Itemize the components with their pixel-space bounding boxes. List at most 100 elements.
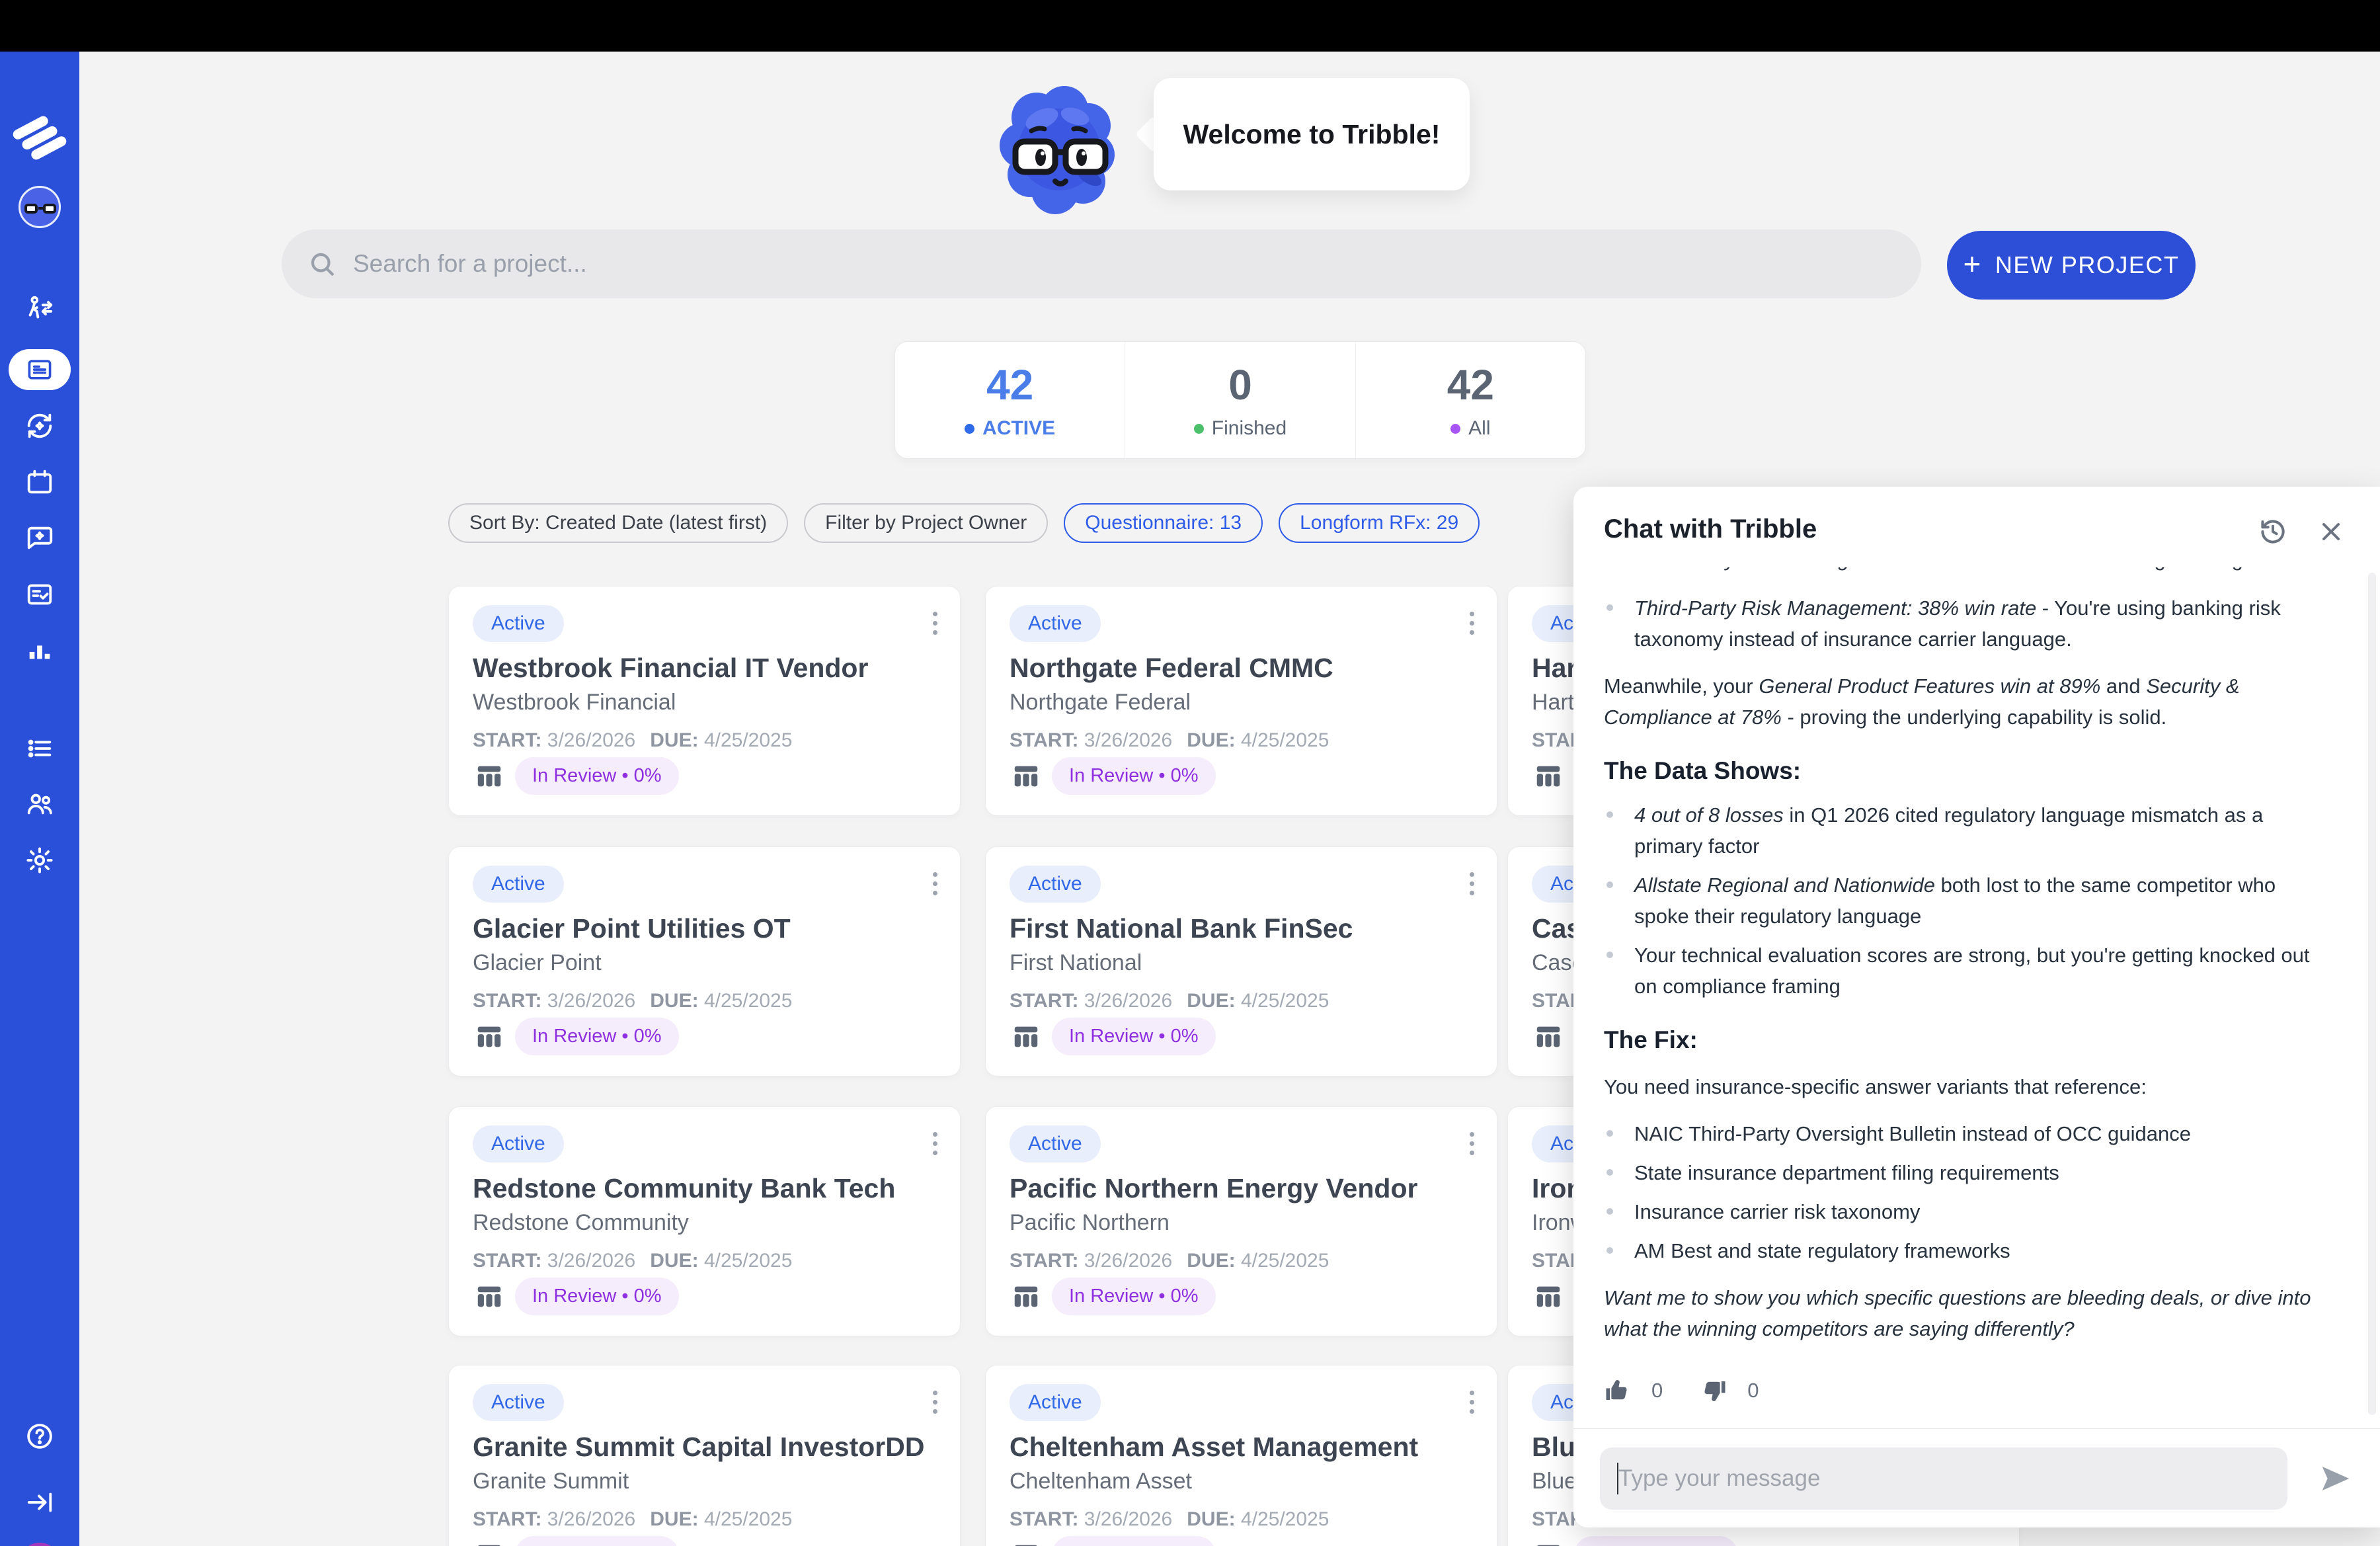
settings-gear-icon[interactable]	[0, 840, 79, 880]
card-subtitle: Cheltenham Asset	[1010, 1469, 1192, 1494]
project-card[interactable]: ActiveWestbrook Financial IT VendorWestb…	[448, 586, 961, 816]
thumbs-down-icon[interactable]	[1700, 1377, 1727, 1404]
thumbs-up-icon[interactable]	[1604, 1377, 1632, 1404]
help-circle-icon[interactable]	[0, 1416, 79, 1456]
sync-sparkle-icon[interactable]	[0, 406, 79, 446]
handoff-person-icon[interactable]	[0, 290, 79, 329]
chat-section-heading: The Fix:	[1604, 1024, 2334, 1055]
card-dates: START: 3/26/2026DUE: 4/25/2025	[1010, 1250, 1329, 1272]
stat-label-text: All	[1468, 417, 1490, 440]
history-icon[interactable]	[2258, 517, 2287, 546]
card-title: Glacier Point Utilities OT	[473, 913, 791, 944]
project-card[interactable]: ActiveGranite Summit Capital InvestorDDG…	[448, 1365, 961, 1546]
card-title: Westbrook Financial IT Vendor	[473, 653, 868, 684]
project-card[interactable]: ActiveRedstone Community Bank TechRedsto…	[448, 1106, 961, 1336]
kebab-dot	[1470, 872, 1474, 877]
card-subtitle: Glacier Point	[473, 950, 602, 976]
due-label: DUE:	[650, 990, 698, 1012]
stat-label-text: ACTIVE	[982, 417, 1055, 440]
card-menu-button[interactable]	[1470, 872, 1474, 895]
bullet-dot	[1606, 952, 1613, 958]
chat-bullet-item: Insurance carrier risk taxonomy	[1604, 1196, 2334, 1227]
card-menu-button[interactable]	[1470, 612, 1474, 635]
stat-label-text: Finished	[1212, 417, 1287, 440]
due-date: 4/25/2025	[704, 729, 792, 751]
chat-bullet-item: AM Best and state regulatory frameworks	[1604, 1235, 2334, 1266]
start-label: START:	[473, 729, 541, 751]
team-users-icon[interactable]	[0, 784, 79, 824]
table-columns-icon	[1010, 761, 1043, 792]
kebab-dot	[1470, 1151, 1474, 1155]
card-menu-button[interactable]	[1470, 1132, 1474, 1155]
project-card[interactable]: ActiveGlacier Point Utilities OTGlacier …	[448, 846, 961, 1077]
task-list-icon[interactable]	[0, 575, 79, 614]
chat-message-input[interactable]	[1618, 1465, 2240, 1492]
kebab-dot	[933, 891, 937, 895]
mascot-avatar-icon[interactable]	[0, 187, 79, 227]
user-initials: TK	[18, 1543, 61, 1546]
sidebar-item-projects-active[interactable]	[9, 349, 71, 390]
card-footer: In Review • 0%	[473, 1536, 679, 1546]
bar-chart-icon[interactable]	[0, 631, 79, 671]
card-dates: START: 3/26/2026DUE: 4/25/2025	[1010, 729, 1329, 752]
kebab-dot	[933, 1132, 937, 1137]
stat-value: 42	[986, 360, 1033, 409]
table-columns-icon	[1010, 1022, 1043, 1052]
chat-bullet-item: Your technical evaluation scores are str…	[1604, 940, 2334, 1002]
chat-sparkle-icon[interactable]	[0, 518, 79, 558]
due-label: DUE:	[1187, 1508, 1235, 1530]
table-columns-icon	[1010, 1282, 1043, 1312]
stat-active[interactable]: 42 ACTIVE	[895, 342, 1125, 458]
kebab-dot	[1470, 1400, 1474, 1404]
card-menu-button[interactable]	[933, 1132, 937, 1155]
progress-status-pill: In Review • 0%	[1052, 1536, 1216, 1546]
card-menu-button[interactable]	[933, 1391, 937, 1414]
due-date: 4/25/2025	[1241, 1250, 1329, 1272]
card-dates: START: 3/26/2026DUE: 4/25/2025	[1010, 1508, 1329, 1531]
project-card[interactable]: ActiveCheltenham Asset ManagementChelten…	[985, 1365, 1497, 1546]
card-menu-button[interactable]	[933, 612, 937, 635]
stat-dot	[965, 424, 974, 434]
top-bar	[0, 0, 2380, 52]
start-label: START:	[1010, 729, 1078, 751]
kebab-dot	[1470, 881, 1474, 886]
rows-list-icon[interactable]	[0, 729, 79, 768]
chat-bullet-list: 4 out of 8 losses in Q1 2026 cited regul…	[1604, 799, 2334, 1002]
kebab-dot	[933, 872, 937, 877]
table-columns-icon	[1010, 1540, 1043, 1546]
stat-all[interactable]: 42All	[1355, 342, 1585, 458]
project-card[interactable]: ActivePacific Northern Energy VendorPaci…	[985, 1106, 1497, 1336]
chat-paragraph: Meanwhile, your General Product Features…	[1604, 671, 2334, 733]
project-card[interactable]: ActiveFirst National Bank FinSecFirst Na…	[985, 846, 1497, 1077]
chat-bullet-item: State insurance department filing requir…	[1604, 1157, 2334, 1188]
filter-chip-3[interactable]: Longform RFx: 29	[1279, 503, 1480, 543]
card-subtitle: Granite Summit	[473, 1469, 629, 1494]
bullet-dot	[1606, 604, 1613, 611]
kebab-dot	[1470, 621, 1474, 626]
card-menu-button[interactable]	[1470, 1391, 1474, 1414]
bullet-dot	[1606, 1247, 1613, 1254]
card-footer: In Review • 0%	[473, 757, 679, 795]
chat-bullet-list: NAIC Third-Party Oversight Bulletin inst…	[1604, 1118, 2334, 1266]
card-title: Northgate Federal CMMC	[1010, 653, 1333, 684]
due-date: 4/25/2025	[1241, 1508, 1329, 1530]
project-card[interactable]: ActiveNorthgate Federal CMMCNorthgate Fe…	[985, 586, 1497, 816]
filter-chip-0[interactable]: Sort By: Created Date (latest first)	[448, 503, 788, 543]
search-input[interactable]	[353, 250, 1807, 278]
card-menu-button[interactable]	[933, 872, 937, 895]
filter-chip-1[interactable]: Filter by Project Owner	[804, 503, 1048, 543]
filter-chip-2[interactable]: Questionnaire: 13	[1064, 503, 1263, 543]
project-search[interactable]	[282, 229, 1921, 298]
chat-scrollbar[interactable]	[2368, 573, 2376, 1415]
due-date: 4/25/2025	[1241, 729, 1329, 751]
close-icon[interactable]	[2317, 517, 2346, 546]
due-date: 4/25/2025	[704, 1250, 792, 1272]
card-subtitle: Pacific Northern	[1010, 1210, 1170, 1236]
stat-finished[interactable]: 0Finished	[1125, 342, 1355, 458]
calendar-icon[interactable]	[0, 462, 79, 502]
chat-input[interactable]	[1600, 1447, 2287, 1510]
send-button[interactable]	[2318, 1461, 2354, 1496]
new-project-button[interactable]: + NEW PROJECT	[1947, 231, 2196, 300]
sign-out-icon[interactable]	[0, 1483, 79, 1522]
status-badge: Active	[473, 1125, 564, 1162]
